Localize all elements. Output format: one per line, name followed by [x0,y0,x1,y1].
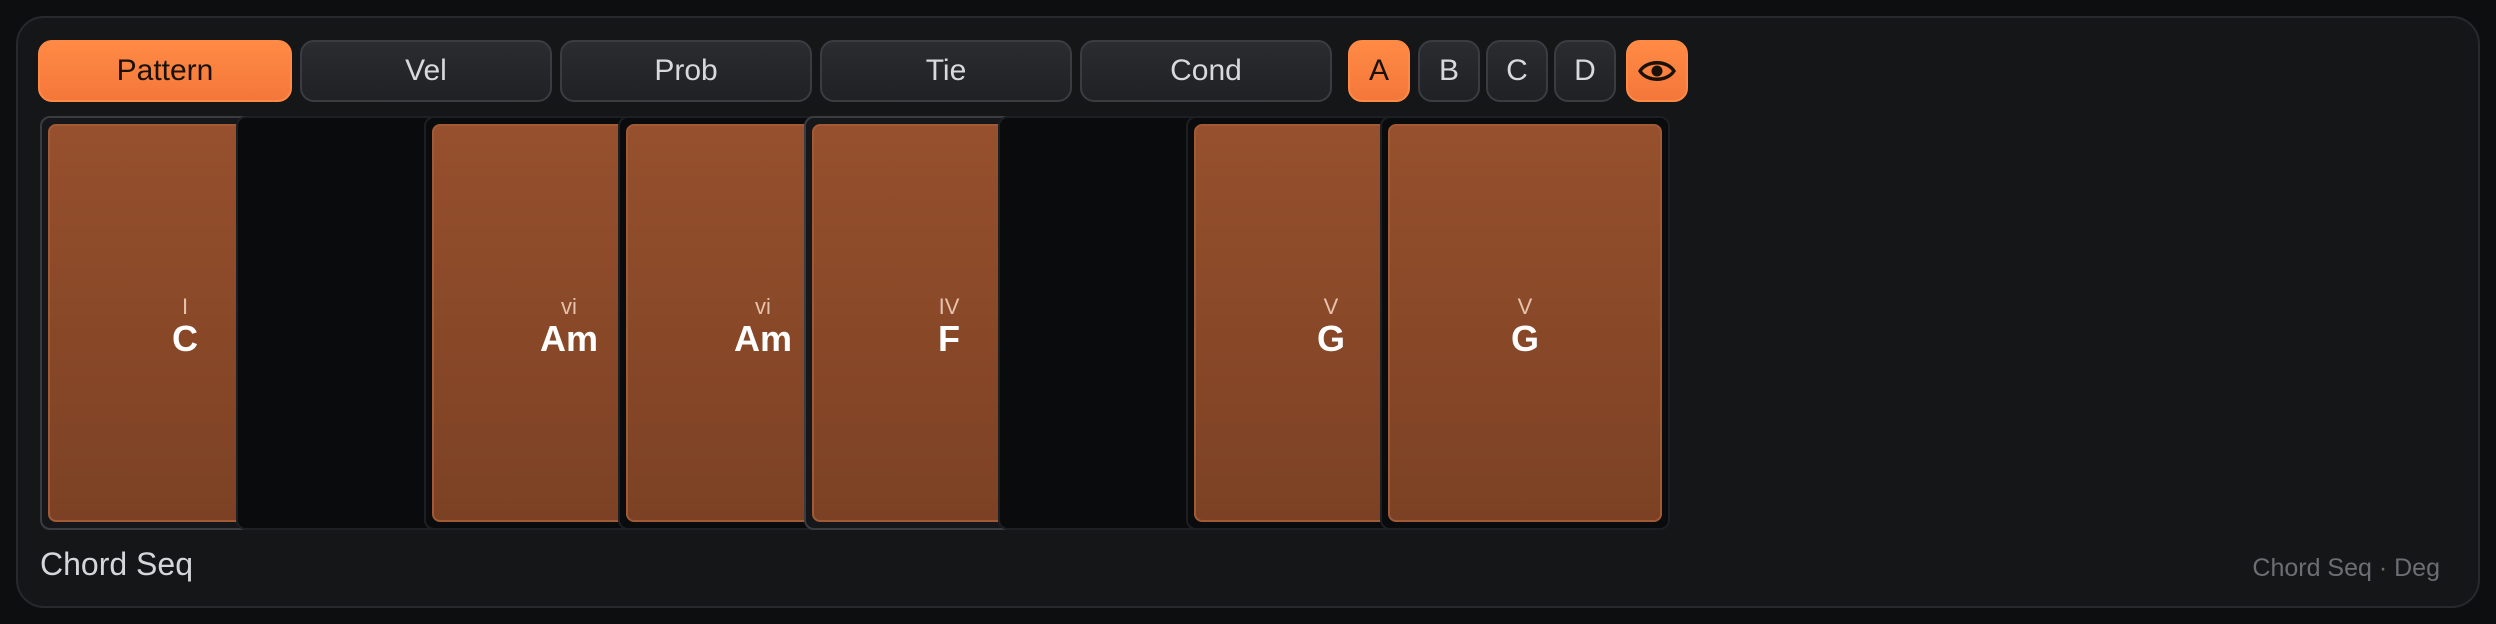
chord-name: G [1510,318,1539,359]
bank-b-button[interactable]: B [1418,40,1480,102]
bank-c-button[interactable]: C [1486,40,1548,102]
tab-pattern[interactable]: Pattern [38,40,292,102]
mode-label: Chord Seq · Deg [2252,554,2440,582]
step-8[interactable]: V G [1380,116,1670,530]
bank-d-button[interactable]: D [1554,40,1616,102]
tab-prob[interactable]: Prob [560,40,812,102]
tab-vel[interactable]: Vel [300,40,552,102]
chord-degree: V [1517,294,1533,319]
tab-cond[interactable]: Cond [1080,40,1332,102]
module-title: Chord Seq [40,546,193,582]
tab-tie[interactable]: Tie [820,40,1072,102]
chord-seq-panel: Pattern Vel Prob Tie Cond A B C D I C vi… [16,16,2480,608]
bank-a-button[interactable]: A [1348,40,1410,102]
eye-icon [1638,61,1676,81]
view-toggle-button[interactable] [1626,40,1688,102]
